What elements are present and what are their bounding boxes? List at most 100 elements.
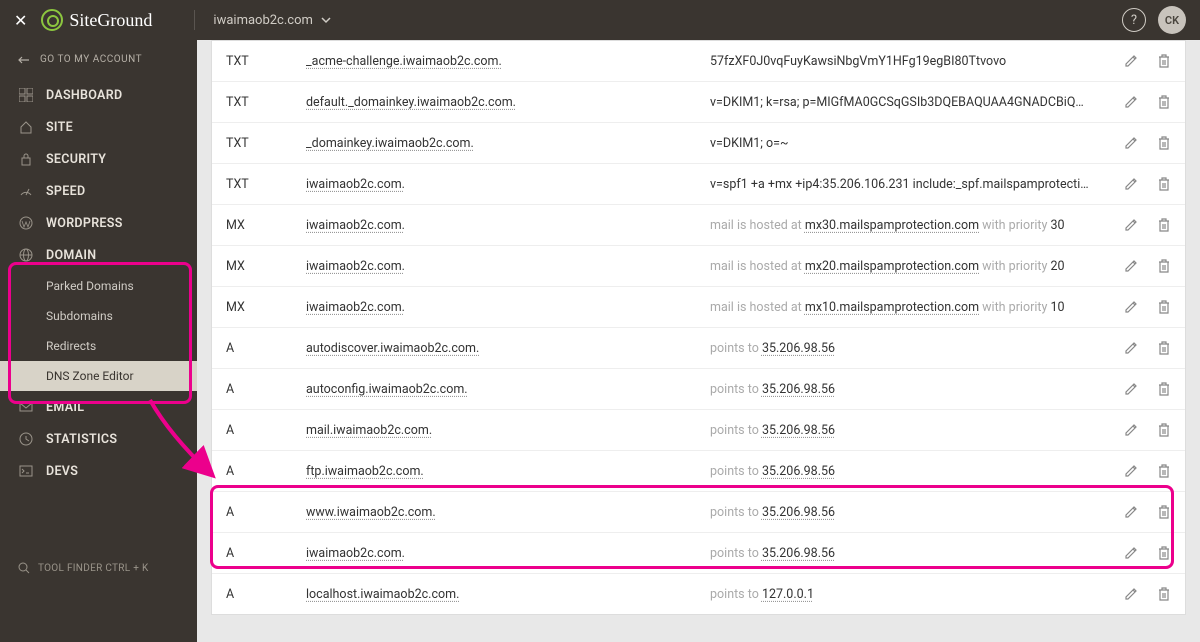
dns-record-row: TXT_acme-challenge.iwaimaob2c.com.57fzXF… bbox=[212, 41, 1185, 82]
record-host: iwaimaob2c.com. bbox=[306, 218, 710, 233]
back-label: GO TO MY ACCOUNT bbox=[40, 54, 142, 65]
record-host: iwaimaob2c.com. bbox=[306, 259, 710, 274]
help-button[interactable]: ? bbox=[1122, 8, 1146, 32]
delete-icon[interactable] bbox=[1157, 94, 1171, 110]
close-icon[interactable]: ✕ bbox=[14, 11, 27, 30]
dns-record-row: TXT_domainkey.iwaimaob2c.com.v=DKIM1; o=… bbox=[212, 123, 1185, 164]
sidebar-item-domain[interactable]: DOMAIN bbox=[0, 239, 197, 271]
record-type: TXT bbox=[226, 54, 306, 69]
delete-icon[interactable] bbox=[1157, 422, 1171, 438]
lock-icon bbox=[18, 151, 34, 167]
edit-icon[interactable] bbox=[1123, 176, 1139, 192]
record-value: v=DKIM1; o=~ bbox=[710, 136, 1101, 151]
dns-record-row: Aautodiscover.iwaimaob2c.com.points to 3… bbox=[212, 328, 1185, 369]
record-host: autodiscover.iwaimaob2c.com. bbox=[306, 341, 710, 356]
delete-icon[interactable] bbox=[1157, 176, 1171, 192]
delete-icon[interactable] bbox=[1157, 53, 1171, 69]
record-type: A bbox=[226, 341, 306, 356]
speed-icon bbox=[18, 183, 34, 199]
edit-icon[interactable] bbox=[1123, 94, 1139, 110]
sidebar-sub-subdomains[interactable]: Subdomains bbox=[0, 301, 197, 331]
sidebar-item-label: WORDPRESS bbox=[46, 216, 123, 231]
edit-icon[interactable] bbox=[1123, 299, 1139, 315]
dns-record-row: Amail.iwaimaob2c.com.points to 35.206.98… bbox=[212, 410, 1185, 451]
sidebar-item-site[interactable]: SITE bbox=[0, 111, 197, 143]
edit-icon[interactable] bbox=[1123, 135, 1139, 151]
logo[interactable]: SiteGround bbox=[41, 9, 152, 31]
sidebar-item-label: DASHBOARD bbox=[46, 88, 122, 103]
delete-icon[interactable] bbox=[1157, 299, 1171, 315]
dns-record-row: Awww.iwaimaob2c.com.points to 35.206.98.… bbox=[212, 492, 1185, 533]
sidebar-sub-parked-domains[interactable]: Parked Domains bbox=[0, 271, 197, 301]
edit-icon[interactable] bbox=[1123, 463, 1139, 479]
delete-icon[interactable] bbox=[1157, 135, 1171, 151]
domain-selector[interactable]: iwaimaob2c.com bbox=[213, 13, 331, 28]
edit-icon[interactable] bbox=[1123, 586, 1139, 602]
edit-icon[interactable] bbox=[1123, 381, 1139, 397]
edit-icon[interactable] bbox=[1123, 53, 1139, 69]
record-type: TXT bbox=[226, 95, 306, 110]
record-host: _domainkey.iwaimaob2c.com. bbox=[306, 136, 710, 151]
record-host: localhost.iwaimaob2c.com. bbox=[306, 587, 710, 602]
record-type: A bbox=[226, 464, 306, 479]
edit-icon[interactable] bbox=[1123, 504, 1139, 520]
record-actions bbox=[1101, 299, 1171, 315]
delete-icon[interactable] bbox=[1157, 381, 1171, 397]
delete-icon[interactable] bbox=[1157, 258, 1171, 274]
dns-record-row: TXTdefault._domainkey.iwaimaob2c.com.v=D… bbox=[212, 82, 1185, 123]
sidebar-item-statistics[interactable]: STATISTICS bbox=[0, 423, 197, 455]
record-type: A bbox=[226, 423, 306, 438]
arrow-left-icon bbox=[18, 56, 30, 64]
record-host: iwaimaob2c.com. bbox=[306, 177, 710, 192]
record-host: ftp.iwaimaob2c.com. bbox=[306, 464, 710, 479]
back-to-account-link[interactable]: GO TO MY ACCOUNT bbox=[0, 40, 197, 79]
record-value: v=spf1 +a +mx +ip4:35.206.106.231 includ… bbox=[710, 177, 1101, 192]
sidebar-item-speed[interactable]: SPEED bbox=[0, 175, 197, 207]
wordpress-icon bbox=[18, 215, 34, 231]
edit-icon[interactable] bbox=[1123, 545, 1139, 561]
sidebar-item-email[interactable]: EMAIL bbox=[0, 391, 197, 423]
delete-icon[interactable] bbox=[1157, 586, 1171, 602]
record-value: mail is hosted at mx10.mailspamprotectio… bbox=[710, 300, 1101, 315]
globe-icon bbox=[18, 247, 34, 263]
record-value: points to 35.206.98.56 bbox=[710, 546, 1101, 561]
record-type: A bbox=[226, 505, 306, 520]
record-type: A bbox=[226, 587, 306, 602]
record-type: A bbox=[226, 546, 306, 561]
sidebar-item-devs[interactable]: DEVS bbox=[0, 455, 197, 487]
sidebar-item-dashboard[interactable]: DASHBOARD bbox=[0, 79, 197, 111]
sidebar-sub-redirects[interactable]: Redirects bbox=[0, 331, 197, 361]
record-actions bbox=[1101, 53, 1171, 69]
delete-icon[interactable] bbox=[1157, 463, 1171, 479]
edit-icon[interactable] bbox=[1123, 340, 1139, 356]
delete-icon[interactable] bbox=[1157, 217, 1171, 233]
record-actions bbox=[1101, 381, 1171, 397]
sidebar-item-label: STATISTICS bbox=[46, 432, 117, 447]
sidebar-item-label: EMAIL bbox=[46, 400, 84, 415]
delete-icon[interactable] bbox=[1157, 340, 1171, 356]
search-icon bbox=[18, 562, 30, 574]
delete-icon[interactable] bbox=[1157, 504, 1171, 520]
tool-finder[interactable]: TOOL FINDER CTRL + K bbox=[0, 554, 197, 582]
record-host: www.iwaimaob2c.com. bbox=[306, 505, 710, 520]
sidebar-sub-dns-zone-editor[interactable]: DNS Zone Editor bbox=[0, 361, 197, 391]
sidebar-item-label: SITE bbox=[46, 120, 73, 135]
dns-record-row: MXiwaimaob2c.com.mail is hosted at mx20.… bbox=[212, 246, 1185, 287]
delete-icon[interactable] bbox=[1157, 545, 1171, 561]
mail-icon bbox=[18, 399, 34, 415]
avatar[interactable]: CK bbox=[1158, 6, 1186, 34]
record-actions bbox=[1101, 340, 1171, 356]
domain-selector-label: iwaimaob2c.com bbox=[213, 13, 313, 28]
sidebar-item-wordpress[interactable]: WORDPRESS bbox=[0, 207, 197, 239]
record-type: MX bbox=[226, 259, 306, 274]
edit-icon[interactable] bbox=[1123, 258, 1139, 274]
edit-icon[interactable] bbox=[1123, 422, 1139, 438]
edit-icon[interactable] bbox=[1123, 217, 1139, 233]
topbar-divider bbox=[194, 10, 195, 30]
record-host: autoconfig.iwaimaob2c.com. bbox=[306, 382, 710, 397]
dns-record-row: MXiwaimaob2c.com.mail is hosted at mx10.… bbox=[212, 287, 1185, 328]
record-value: mail is hosted at mx20.mailspamprotectio… bbox=[710, 259, 1101, 274]
chevron-down-icon bbox=[321, 15, 331, 25]
record-type: MX bbox=[226, 218, 306, 233]
sidebar-item-security[interactable]: SECURITY bbox=[0, 143, 197, 175]
